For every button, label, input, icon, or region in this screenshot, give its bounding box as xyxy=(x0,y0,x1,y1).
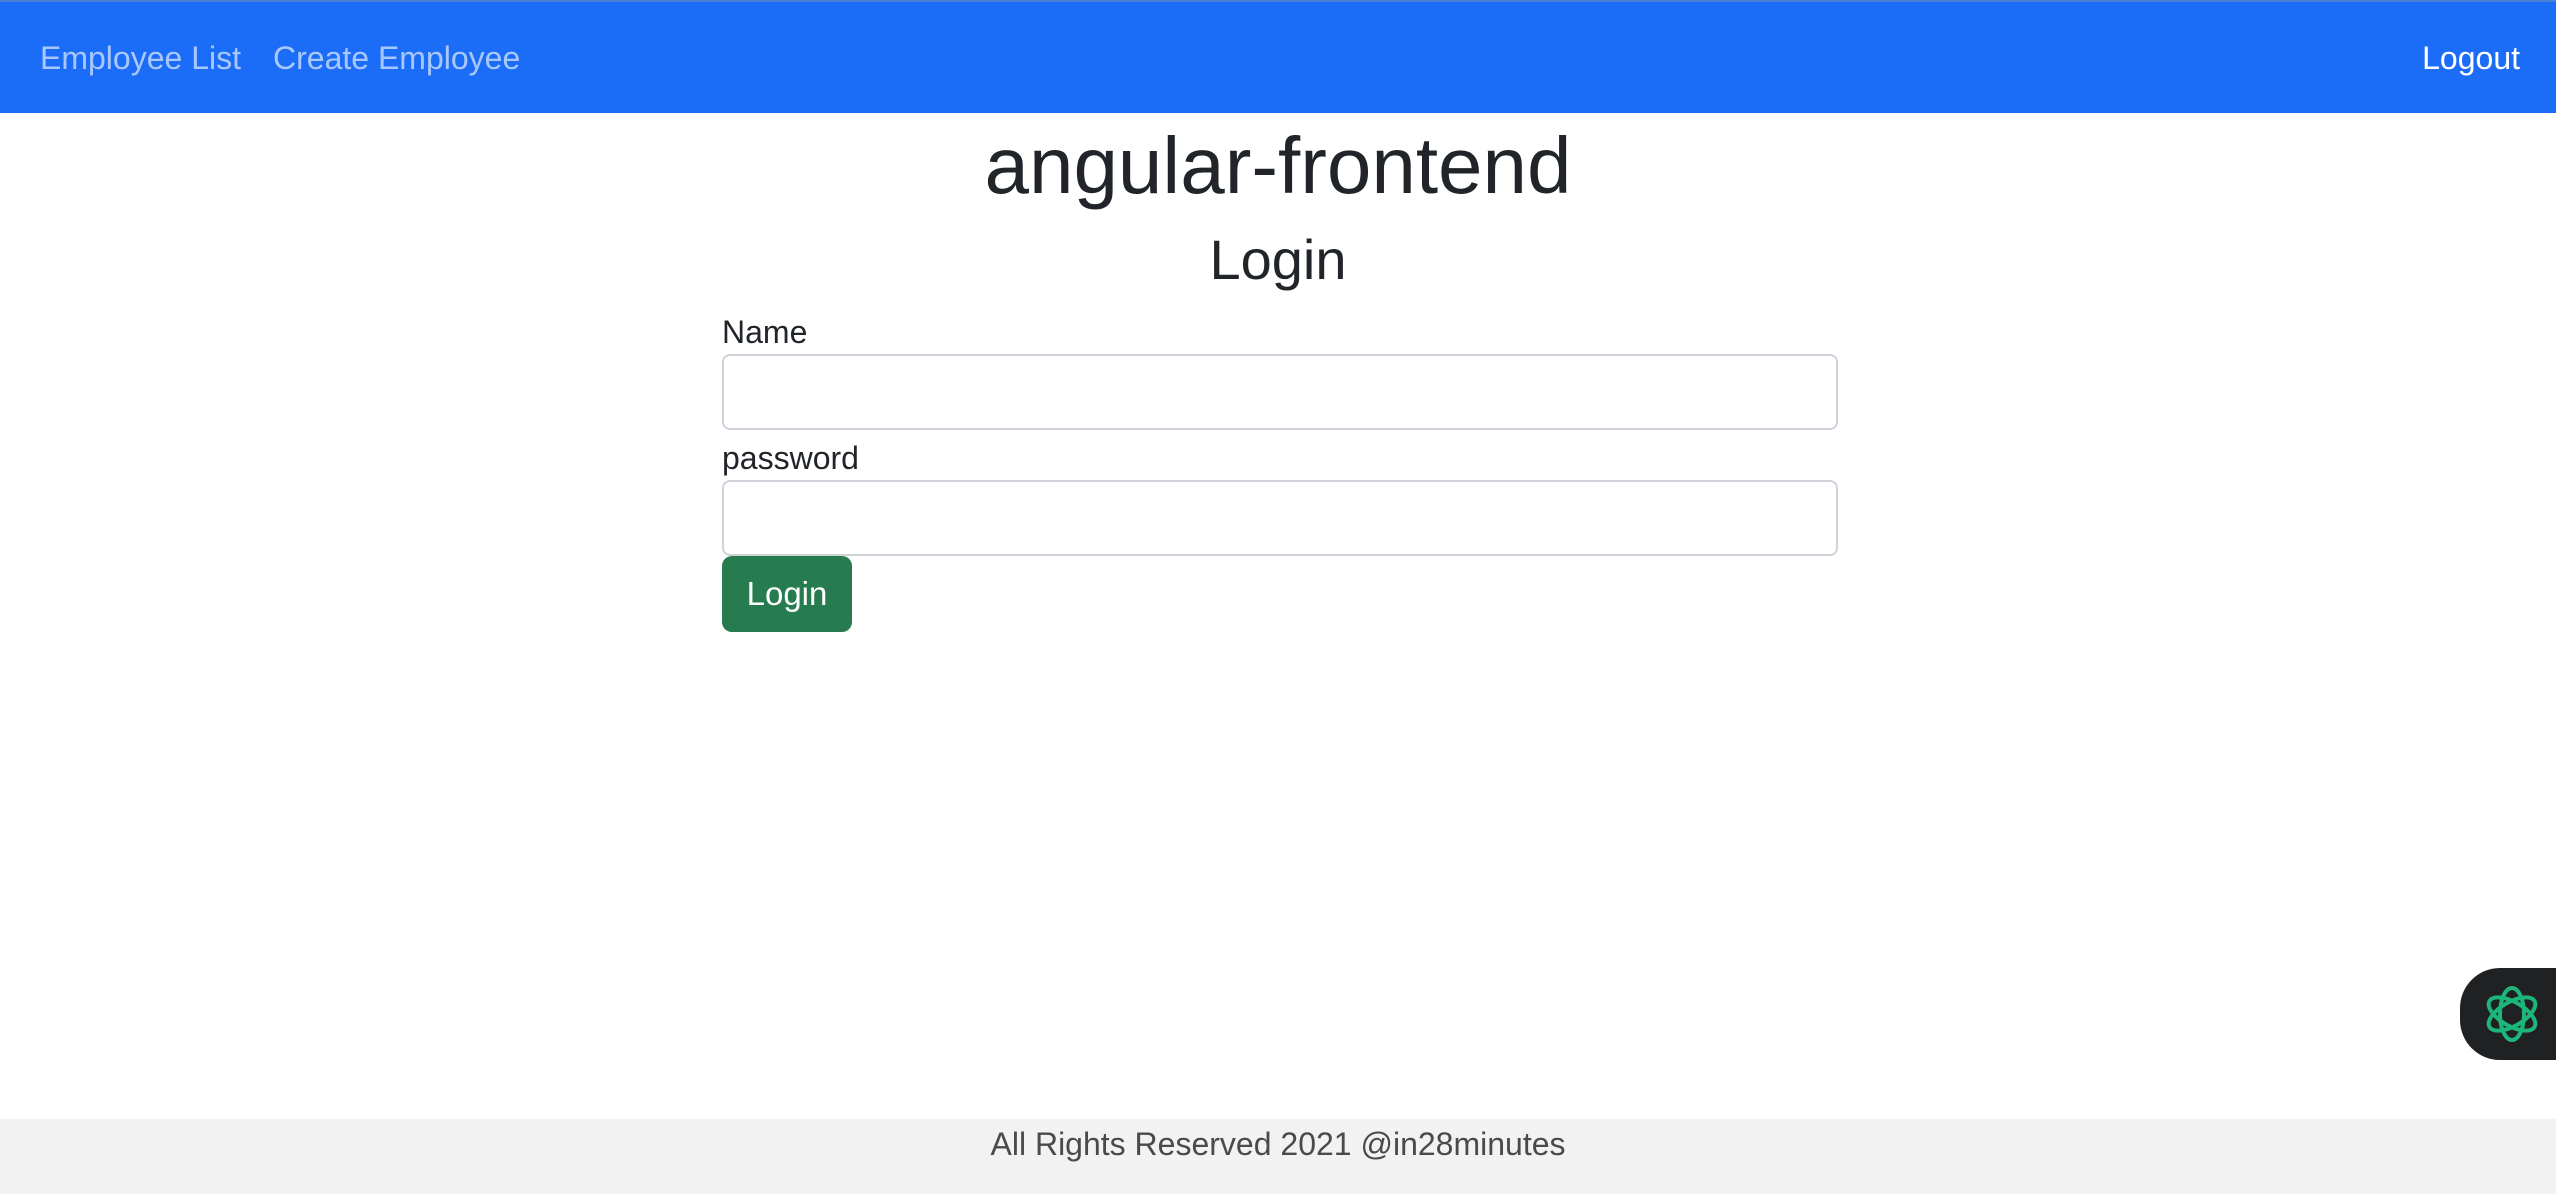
password-label: password xyxy=(722,440,859,476)
login-heading: Login xyxy=(1209,228,1347,291)
footer-text: All Rights Reserved 2021 @in28minutes xyxy=(990,1126,1566,1162)
page: Employee List Create Employee Logout ang… xyxy=(0,0,2556,1194)
openai-knot-icon xyxy=(2486,986,2538,1042)
assistant-widget-button[interactable] xyxy=(2460,968,2556,1060)
logout-link[interactable]: Logout xyxy=(2422,2,2520,115)
name-label: Name xyxy=(722,314,808,350)
login-form: Name password Login xyxy=(722,310,1838,632)
nav-link-create-employee[interactable]: Create Employee xyxy=(273,2,520,115)
nav-link-employee-list[interactable]: Employee List xyxy=(40,2,241,115)
password-input[interactable] xyxy=(722,480,1838,556)
app-title: angular-frontend xyxy=(984,121,1572,210)
name-input[interactable] xyxy=(722,354,1838,430)
footer: All Rights Reserved 2021 @in28minutes xyxy=(0,1119,2556,1194)
login-button[interactable]: Login xyxy=(722,556,852,632)
top-navbar: Employee List Create Employee Logout xyxy=(0,0,2556,113)
